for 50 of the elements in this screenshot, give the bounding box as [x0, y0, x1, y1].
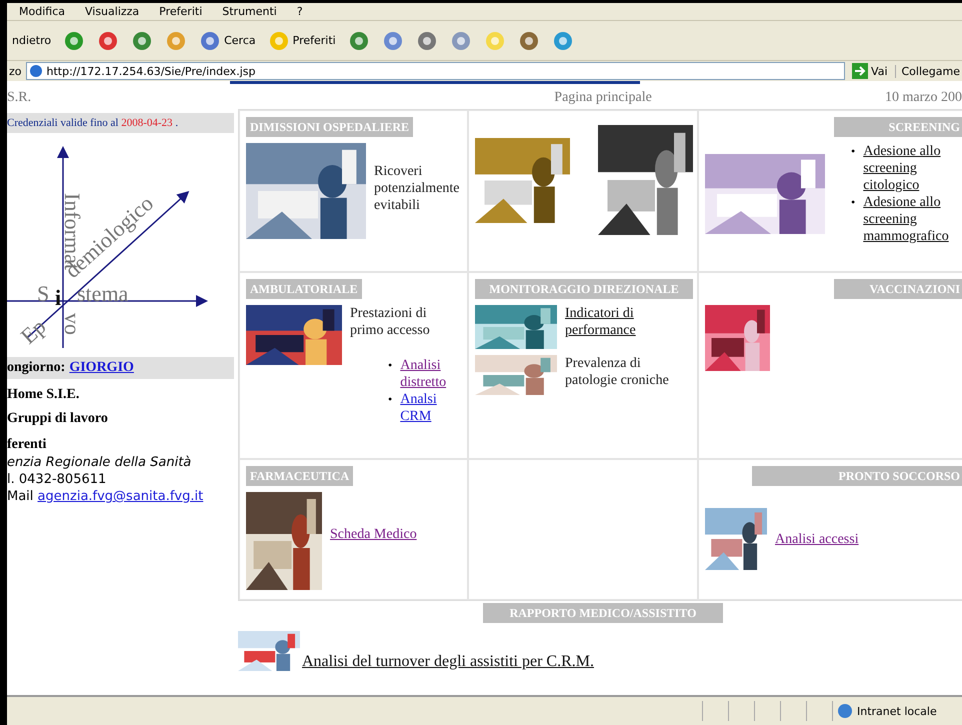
section-title: SCREENING — [834, 117, 962, 137]
section-link[interactable]: Scheda Medico — [330, 526, 417, 543]
contacts-title: ferenti — [7, 437, 48, 453]
description-text: Prestazioni di primo accesso — [350, 305, 431, 339]
section-title: FARMACEUTICA — [246, 466, 354, 486]
menu-item[interactable]: Modifica — [19, 5, 65, 18]
page-title: Pagina principale — [554, 90, 652, 106]
credentials-text: Credenziali valide fino al 2008-04-23 . — [7, 113, 234, 133]
description-text: Ricoveri potenzialmente evitabili — [374, 163, 461, 214]
section-title: MONITORAGGIO DIREZIONALE — [475, 279, 693, 299]
section-link[interactable]: Analisi del turnover degli assistiti per C.R.M. — [302, 653, 594, 671]
links-label: Collegame — [894, 64, 960, 78]
menu-item[interactable]: Strumenti — [222, 5, 277, 18]
section-link[interactable]: Analisi distretto — [400, 357, 463, 391]
header-text: S.R. — [7, 90, 32, 106]
section-title: DIMISSIONI OSPEDALIERE — [246, 117, 414, 137]
section-title: AMBULATORIALE — [246, 279, 362, 299]
list-bullet: • — [388, 357, 392, 374]
contact-text: l. 0432-805611 — [7, 472, 108, 487]
toolbar-button[interactable]: Cerca — [196, 28, 259, 54]
section-link[interactable]: Adesione allo screening mammografico — [863, 194, 962, 245]
contact-text: enzia Regionale della Sanità — [7, 455, 192, 470]
section-link[interactable]: Analsi CRM — [400, 391, 463, 425]
menu-item[interactable]: Preferiti — [159, 5, 202, 18]
sidebar-link[interactable]: Home S.I.E. — [7, 387, 234, 403]
section-title: VACCINAZIONI — [834, 279, 962, 299]
list-bullet: • — [851, 143, 856, 160]
toolbar-button[interactable]: ndietro — [9, 32, 54, 49]
user-link[interactable]: GIORGIO — [69, 360, 134, 376]
menu-item[interactable]: ? — [296, 5, 303, 18]
section-link[interactable]: Analisi accessi — [775, 530, 859, 548]
mail-label: Mail — [7, 489, 34, 504]
arrow-icon — [852, 63, 868, 79]
sidebar-link[interactable]: Gruppi di lavoro — [7, 411, 234, 427]
email-link[interactable]: agenzia.fvg@sanita.fvg.it — [38, 489, 204, 504]
list-bullet: • — [851, 194, 856, 211]
date-text: 10 marzo 200 — [885, 90, 962, 106]
greeting-label: ongiorno: — [7, 360, 66, 376]
go-button[interactable]: Vai — [849, 61, 890, 81]
zone-label: Intranet locale — [857, 704, 937, 718]
description-text: Prevalenza di patologie croniche — [565, 355, 670, 389]
section-title: RAPPORTO MEDICO/ASSISTITO — [483, 603, 723, 623]
address-field[interactable]: http://172.17.254.63/Sie/Pre/index.jsp — [26, 62, 846, 80]
section-link[interactable]: Adesione allo screening citologico — [863, 143, 962, 194]
toolbar-button[interactable]: Preferiti — [264, 28, 339, 54]
list-bullet: • — [388, 391, 392, 408]
menu-item[interactable]: Visualizza — [84, 5, 140, 18]
address-label: zo — [9, 64, 22, 78]
section-title: PRONTO SOCCORSO — [752, 466, 962, 486]
section-link[interactable]: Indicatori di performance — [565, 305, 693, 339]
